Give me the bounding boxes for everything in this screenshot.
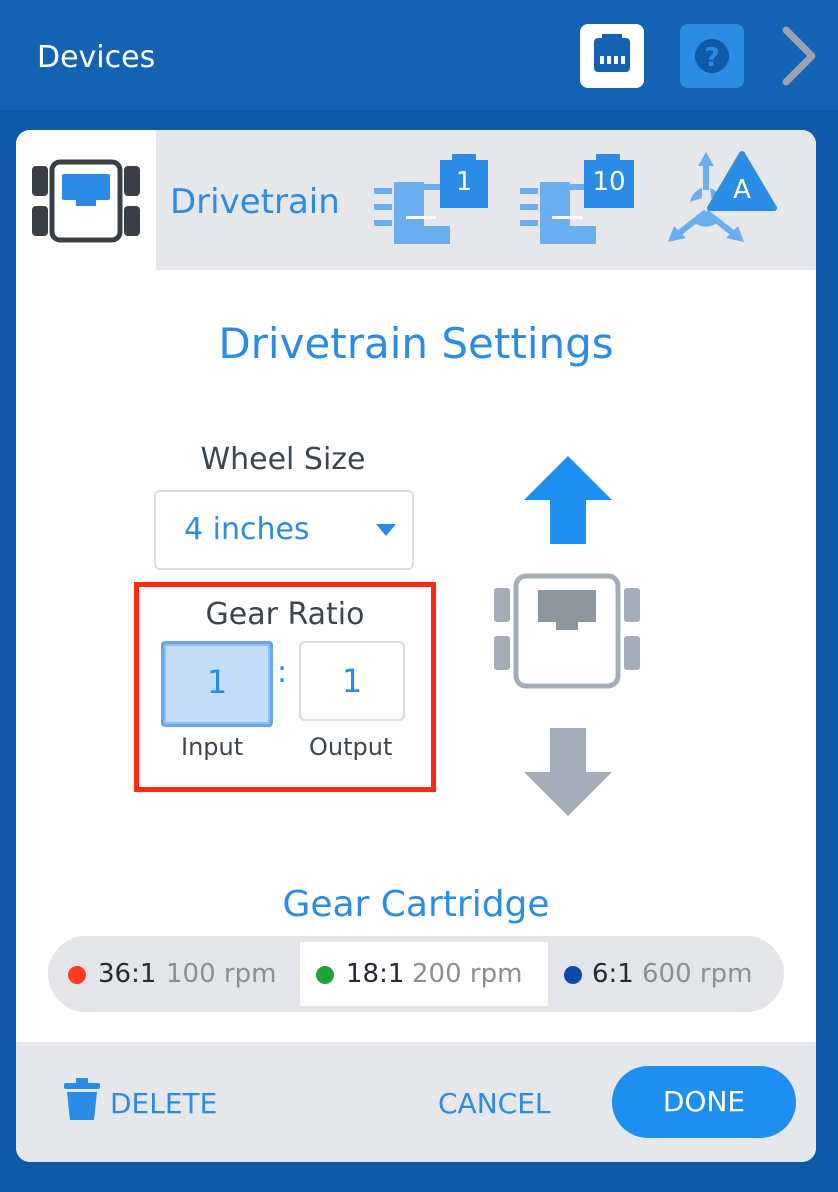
- cancel-button[interactable]: CANCEL: [438, 1086, 551, 1122]
- gear-input-value: 1: [206, 663, 228, 701]
- input-caption: Input: [181, 733, 244, 761]
- cartridge-option-18-1[interactable]: 18:1 200 rpm: [300, 942, 548, 1006]
- cartridge-ratio: 6:1: [592, 959, 634, 989]
- drivetrain-icon: [32, 159, 140, 243]
- cartridge-option-6-1[interactable]: 6:1 600 rpm: [548, 936, 784, 1012]
- backward-arrow-icon: [524, 728, 612, 816]
- cartridge-option-36-1[interactable]: 36:1 100 rpm: [48, 936, 300, 1012]
- help-icon: ?: [695, 39, 729, 73]
- blue-dot-icon: [564, 966, 582, 984]
- wheel-size-value: 4 inches: [184, 512, 310, 547]
- tab-motor-1[interactable]: 1: [372, 154, 492, 250]
- page-title: Devices: [37, 40, 156, 75]
- done-button[interactable]: DONE: [612, 1066, 796, 1138]
- gear-output-value: 1: [341, 662, 363, 700]
- delete-button[interactable]: DELETE: [56, 1062, 226, 1142]
- wheel-size-select[interactable]: 4 inches: [154, 490, 414, 570]
- ethernet-port-icon: [594, 34, 630, 72]
- inertial-sensor-icon: [668, 151, 777, 242]
- port-button[interactable]: [580, 24, 644, 88]
- gear-cartridge-selector: 36:1 100 rpm 18:1 200 rpm 6:1 600 rpm: [48, 936, 784, 1012]
- settings-heading: Drivetrain Settings: [218, 319, 614, 368]
- help-button[interactable]: ?: [680, 24, 744, 88]
- trash-icon: [64, 1078, 100, 1120]
- top-bar: Devices ?: [0, 0, 838, 110]
- dialog-footer: DELETE CANCEL DONE: [16, 1042, 816, 1162]
- cartridge-rpm: 200 rpm: [412, 959, 523, 989]
- cartridge-rpm: 600 rpm: [642, 959, 753, 989]
- drivetrain-panel: Drivetrain 1 10 A Drivetrain Settings Wh…: [16, 130, 816, 1162]
- gear-input-field[interactable]: 1: [161, 641, 273, 727]
- robot-top-view-icon: [494, 573, 640, 689]
- device-tabs: Drivetrain 1 10 A: [16, 130, 816, 270]
- gear-ratio-group: Gear Ratio 1 : 1 Input Output: [134, 582, 436, 792]
- caret-down-icon: [376, 524, 396, 536]
- ratio-separator: :: [277, 655, 288, 690]
- tab-sensor-a[interactable]: A: [662, 150, 778, 254]
- gear-output-field[interactable]: 1: [299, 641, 405, 721]
- motor-port-badge: 10: [592, 167, 626, 197]
- svg-text:?: ?: [704, 43, 719, 73]
- tab-drivetrain-label: Drivetrain: [170, 182, 340, 222]
- output-caption: Output: [309, 733, 393, 761]
- cartridge-ratio: 18:1: [346, 959, 405, 989]
- next-button[interactable]: [772, 24, 828, 88]
- tab-drivetrain[interactable]: [16, 130, 156, 270]
- cartridge-rpm: 100 rpm: [166, 959, 277, 989]
- red-dot-icon: [68, 966, 86, 984]
- sensor-port-badge: A: [733, 175, 751, 205]
- gear-cartridge-heading: Gear Cartridge: [282, 884, 550, 925]
- cartridge-ratio: 36:1: [98, 959, 157, 989]
- green-dot-icon: [316, 966, 334, 984]
- motor-port-badge: 1: [455, 167, 473, 197]
- forward-arrow-icon: [524, 456, 612, 544]
- chevron-right-icon: [782, 26, 816, 86]
- tab-motor-10[interactable]: 10: [518, 154, 638, 250]
- wheel-size-label: Wheel Size: [200, 442, 366, 477]
- gear-ratio-label: Gear Ratio: [205, 597, 365, 632]
- delete-label: DELETE: [110, 1087, 218, 1120]
